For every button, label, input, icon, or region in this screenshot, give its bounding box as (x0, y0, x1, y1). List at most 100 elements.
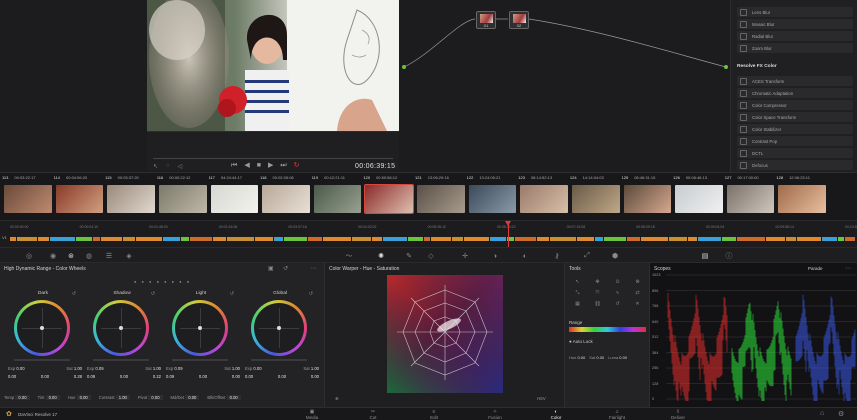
timeline-clip-segment[interactable] (101, 237, 122, 241)
key-icon[interactable]: ⚷ (552, 251, 562, 261)
playhead[interactable] (505, 221, 511, 248)
clip-thumbnail[interactable]: 116 00:00:22:12 (157, 173, 209, 221)
param-hue[interactable]: Hue 0.00 (68, 395, 91, 400)
timeline-clip-segment[interactable] (550, 237, 576, 241)
blur-icon[interactable]: ◐ (520, 251, 530, 261)
options-icon[interactable]: ⋯ (310, 265, 316, 272)
fx-item[interactable]: Contrast Pop (737, 136, 853, 146)
timeline-clip-segment[interactable] (93, 237, 100, 241)
fx-item[interactable]: Defocus (737, 160, 853, 170)
viewer-frame[interactable] (147, 0, 399, 131)
dim-icon[interactable]: ◌ (166, 163, 170, 170)
clip-thumbnail[interactable]: 128 12:06:23:11 (776, 173, 828, 221)
scope-mode-select[interactable]: Parade (808, 266, 823, 271)
timeline-clip-segment[interactable] (323, 237, 351, 241)
x-value[interactable]: 0.00 (245, 374, 253, 379)
z-value[interactable]: 0.28 (74, 374, 82, 379)
wheel-slider[interactable] (172, 359, 228, 361)
wheel-ring[interactable] (93, 300, 149, 356)
param-blk-offset[interactable]: Blk/Offset 0.00 (207, 395, 241, 400)
timeline-clip-segment[interactable] (766, 237, 785, 241)
play-icon[interactable]: ▶ (268, 162, 273, 170)
page-tab-cut[interactable]: ✂ Cut (355, 410, 391, 420)
timeline-clip-segment[interactable] (641, 237, 668, 241)
timeline-clip-segment[interactable] (688, 237, 697, 241)
grid-tool-icon[interactable]: ▦ (569, 301, 586, 309)
smooth-tool-icon[interactable]: ∿ (609, 290, 626, 298)
page-tab-media[interactable]: ▣ Media (294, 410, 330, 420)
scope-options-icon[interactable]: ⋯ (845, 265, 851, 272)
z-value[interactable]: 0.22 (153, 374, 161, 379)
y-value[interactable]: 0.00 (120, 374, 128, 379)
timeline-clip-segment[interactable] (227, 237, 254, 241)
timeline-clip-segment[interactable] (308, 237, 322, 241)
z-value[interactable]: 0.00 (311, 374, 319, 379)
y-value[interactable]: 0.00 (278, 374, 286, 379)
timeline-clip-segment[interactable] (490, 237, 506, 241)
wheel-slider[interactable] (93, 359, 149, 361)
fx-item[interactable]: Chromatic Adaptation (737, 88, 853, 98)
scopes-icon[interactable]: ▤ (700, 251, 710, 261)
sizing-icon[interactable]: ⤢ (582, 251, 592, 261)
y-value[interactable]: 0.00 (41, 374, 49, 379)
timeline-clip-segment[interactable] (604, 237, 626, 241)
clear-tool-icon[interactable]: ✕ (629, 301, 646, 309)
timeline-clip-segment[interactable] (515, 237, 536, 241)
timeline-clip-segment[interactable] (797, 237, 821, 241)
reset-icon[interactable]: ↺ (230, 291, 234, 297)
tracker-icon[interactable]: ✛ (460, 251, 470, 261)
shrink-tool-icon[interactable]: ⤧ (589, 290, 606, 298)
go-to-start-icon[interactable]: ⏮ (231, 162, 237, 170)
rgb-mixer-icon[interactable]: ☰ (104, 251, 114, 261)
clip-thumbnail[interactable]: 127 00:17:00:00 (725, 173, 777, 221)
timeline-clip-segment[interactable] (698, 237, 721, 241)
node-graph[interactable]: 01 02 (400, 0, 730, 172)
x-value[interactable]: 0.09 (87, 374, 95, 379)
wheel-ring[interactable] (172, 300, 228, 356)
timeline-clip-segment[interactable] (383, 237, 407, 241)
curves-icon[interactable]: 〜 (344, 251, 354, 261)
reset-icon[interactable]: ↺ (283, 265, 288, 272)
step-back-icon[interactable]: ◀ (244, 162, 249, 170)
timeline-clip-segment[interactable] (372, 237, 382, 241)
wheel-puck[interactable] (40, 326, 44, 330)
clip-thumbnail[interactable]: 113 00:03:22:17 (2, 173, 54, 221)
fx-item[interactable]: ACES Transform (737, 76, 853, 86)
timeline-clip-segment[interactable] (452, 237, 463, 241)
z-value[interactable]: 0.00 (232, 374, 240, 379)
tool-field-hue[interactable]: Hue 0.00 (569, 355, 585, 360)
color-warper-icon[interactable]: ✺ (376, 251, 386, 261)
timeline-clip-segment[interactable] (255, 237, 273, 241)
wheel-puck[interactable] (119, 326, 123, 330)
timeline-clip-segment[interactable] (845, 237, 855, 241)
clip-thumbnail[interactable]: 124 14:14:04:03 (570, 173, 622, 221)
timeline-clip-segment[interactable] (595, 237, 603, 241)
clip-thumbnail[interactable]: 125 08:46:31:15 (622, 173, 674, 221)
page-tab-deliver[interactable]: ⇪ Deliver (660, 410, 696, 420)
fx-item[interactable]: Color Compressor (737, 100, 853, 110)
exp-value[interactable]: 0.09 (174, 366, 182, 371)
clip-thumbnail[interactable]: 119 00:12:21:11 (312, 173, 364, 221)
page-tab-color[interactable]: ◐ Color (538, 408, 574, 420)
pointer-icon[interactable]: ↖ (153, 163, 158, 170)
stop-icon[interactable]: ■ (257, 162, 261, 170)
timeline-clip-segment[interactable] (284, 237, 307, 241)
audio-icon[interactable]: ◁ (178, 163, 183, 170)
param-tint[interactable]: Tint 0.00 (38, 395, 60, 400)
invert-tool-icon[interactable]: ⇄ (629, 290, 646, 298)
window-icon[interactable]: ◇ (426, 251, 436, 261)
timeline-clip-segment[interactable] (352, 237, 371, 241)
timeline-clip-segment[interactable] (627, 237, 640, 241)
viewer-scrub-bar[interactable] (153, 158, 393, 159)
loop-icon[interactable]: ↻ (294, 162, 300, 170)
timeline-clip-segment[interactable] (123, 237, 135, 241)
timeline-clip-segment[interactable] (190, 237, 212, 241)
fx-item[interactable]: Color Stabilizer (737, 124, 853, 134)
pin-tool-icon[interactable]: ⊙ (609, 279, 626, 287)
timeline-clip-segment[interactable] (408, 237, 423, 241)
3d-icon[interactable]: ⬢ (610, 251, 620, 261)
reset-icon[interactable]: ↺ (72, 291, 76, 297)
wheel-puck[interactable] (198, 326, 202, 330)
expand-tool-icon[interactable]: ⤡ (569, 290, 586, 298)
magic-mask-icon[interactable]: ◑ (490, 251, 500, 261)
